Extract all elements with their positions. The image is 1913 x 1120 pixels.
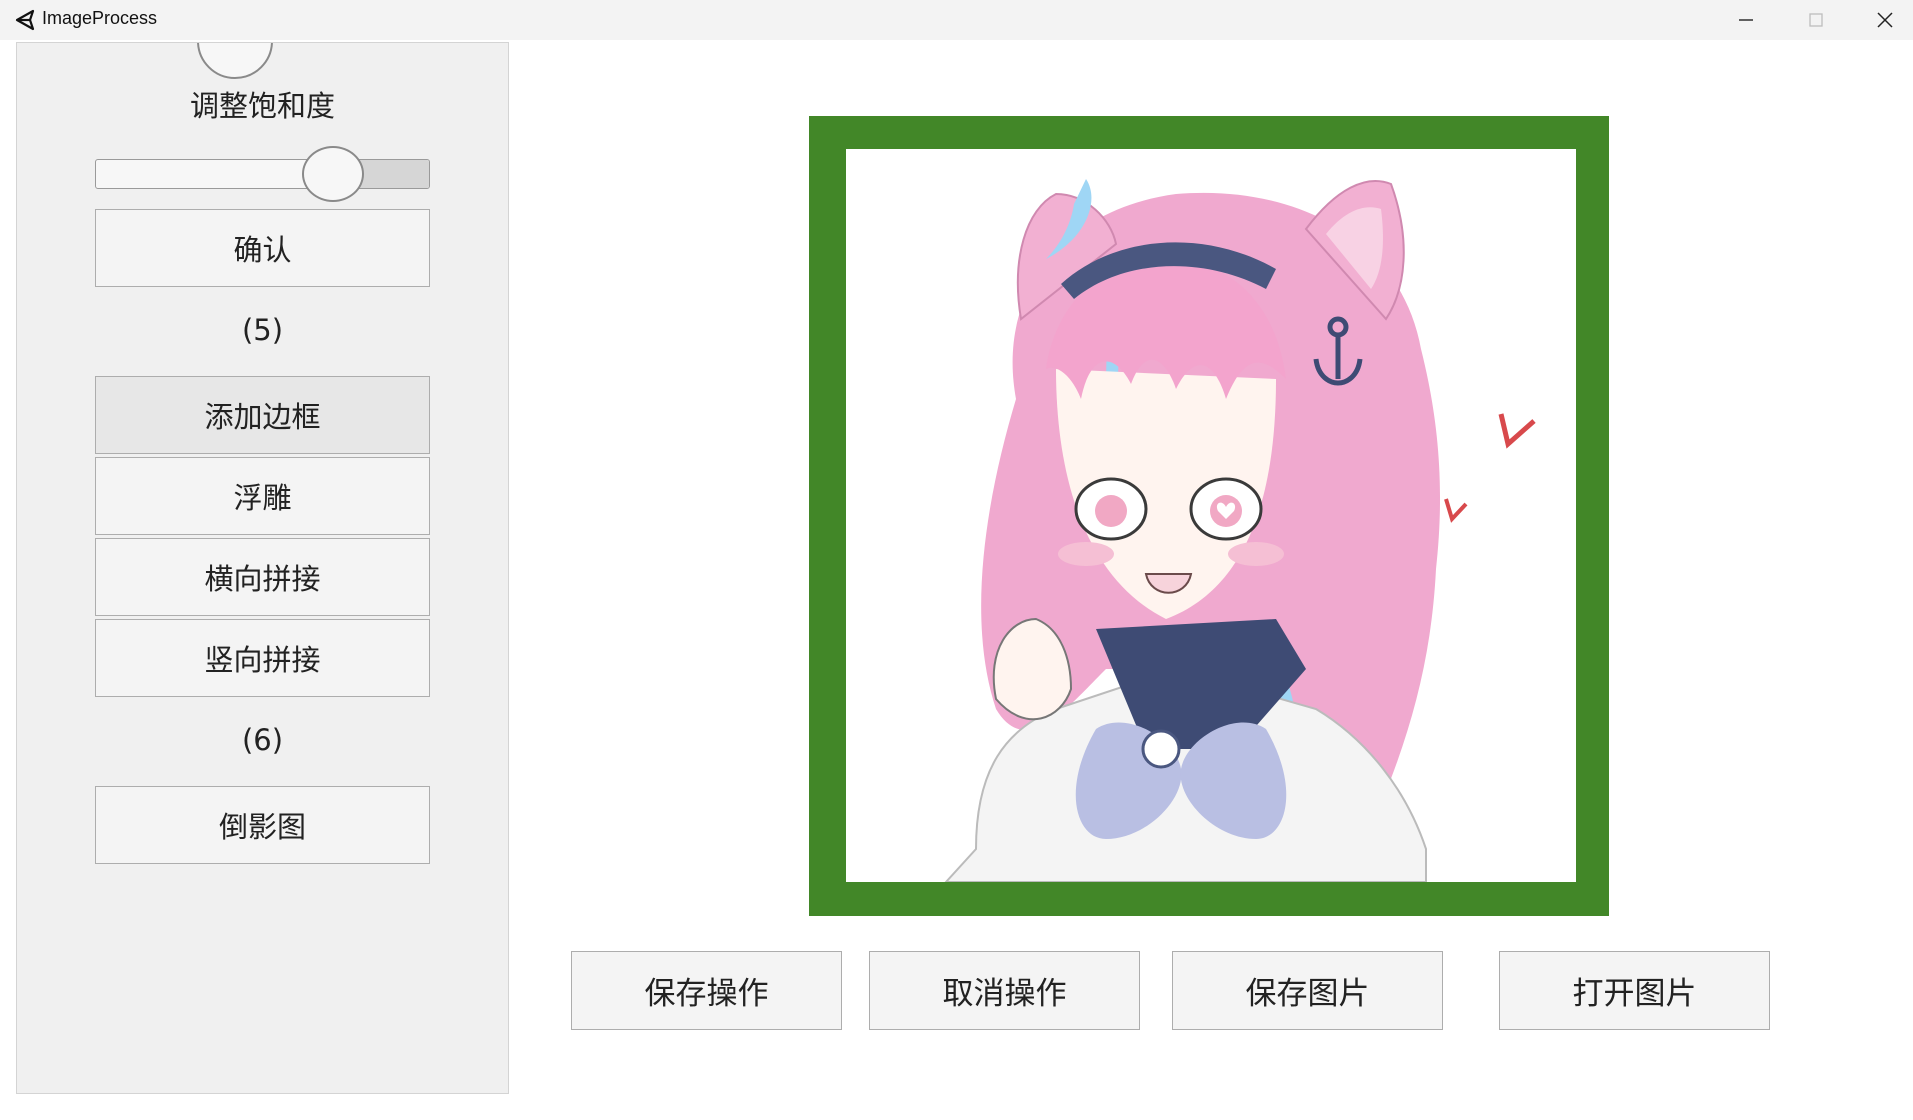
- save-operation-button[interactable]: 保存操作: [571, 951, 842, 1030]
- add-border-button[interactable]: 添加边框: [95, 376, 430, 454]
- maximize-icon: [1809, 13, 1823, 27]
- window-title: ImageProcess: [42, 8, 158, 28]
- horizontal-stitch-button[interactable]: 横向拼接: [95, 538, 430, 616]
- open-image-button[interactable]: 打开图片: [1499, 951, 1770, 1030]
- saturation-slider-track[interactable]: [95, 159, 430, 189]
- minimize-icon: [1739, 19, 1753, 21]
- close-icon: [1877, 12, 1893, 28]
- confirm-button[interactable]: 确认: [95, 209, 430, 287]
- save-image-button[interactable]: 保存图片: [1172, 951, 1443, 1030]
- title-bar: ImageProcess: [0, 0, 1913, 40]
- unity-logo-icon: [15, 9, 35, 31]
- reflection-button[interactable]: 倒影图: [95, 786, 430, 864]
- control-panel[interactable]: 调整饱和度 确认 (5) 添加边框 浮雕 横向拼接 竖向拼接 (6) 倒影图: [16, 42, 509, 1094]
- close-button[interactable]: [1855, 0, 1913, 40]
- image-border: [809, 116, 1609, 916]
- section-6-label: (6): [241, 723, 284, 757]
- saturation-slider-thumb[interactable]: [301, 146, 364, 202]
- section-5-label: (5): [241, 313, 284, 347]
- emboss-button[interactable]: 浮雕: [95, 457, 430, 535]
- cancel-operation-button[interactable]: 取消操作: [869, 951, 1140, 1030]
- anime-girl-illustration: [944, 179, 1536, 882]
- saturation-label: 调整饱和度: [189, 89, 335, 123]
- maximize-button[interactable]: [1786, 0, 1846, 40]
- scroll-knob[interactable]: [197, 43, 273, 79]
- minimize-button[interactable]: [1716, 0, 1776, 40]
- vertical-stitch-button[interactable]: 竖向拼接: [95, 619, 430, 697]
- preview-image: [846, 149, 1576, 882]
